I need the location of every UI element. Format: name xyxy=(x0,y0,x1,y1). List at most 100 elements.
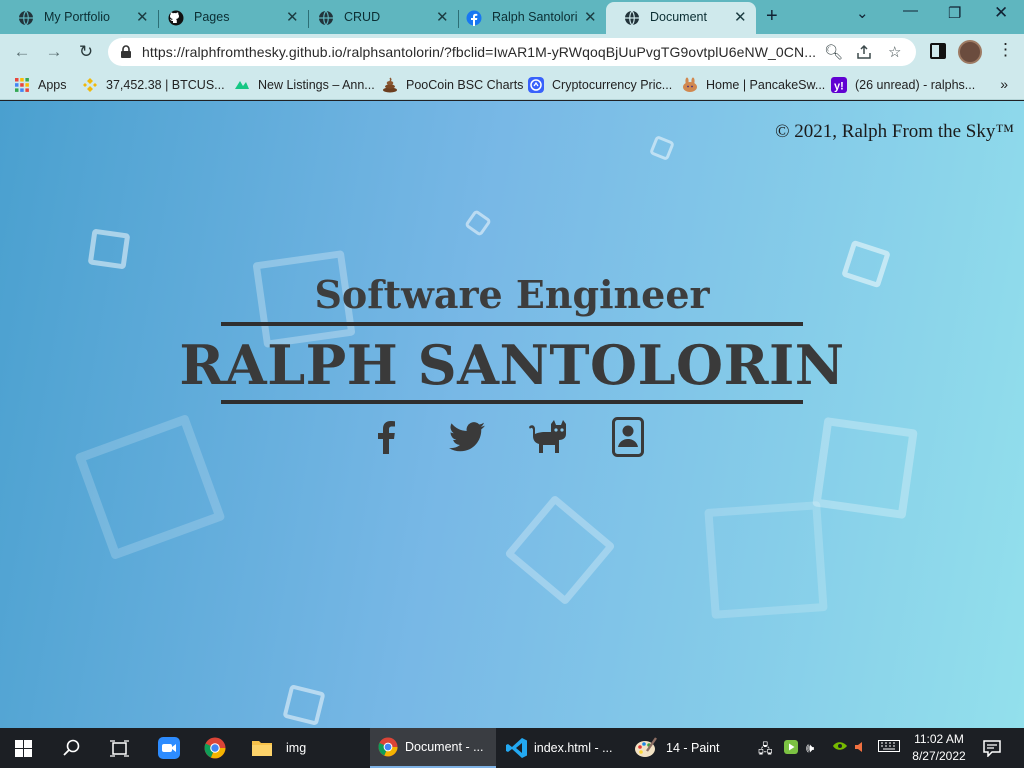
binance-icon xyxy=(83,78,97,92)
page-viewport: © 2021, Ralph From the Sky™ Software Eng… xyxy=(0,101,1024,728)
svg-text:y!: y! xyxy=(834,81,844,93)
clock-time: 11:02 AM xyxy=(914,732,964,746)
minimize-button[interactable]: — xyxy=(903,2,918,19)
share-icon[interactable] xyxy=(856,44,872,60)
taskbar-item-label: 14 - Paint xyxy=(666,741,720,755)
network-device-icon[interactable]: 🖧︎ xyxy=(758,740,773,762)
chrome-icon[interactable] xyxy=(204,737,226,759)
bookmark-label: Apps xyxy=(38,78,67,92)
bookmark-label: Home | PancakeSw... xyxy=(706,78,826,92)
restore-button[interactable]: ❐ xyxy=(948,4,961,22)
resume-link[interactable] xyxy=(608,417,648,457)
zoom-icon[interactable]: 🔍︎ xyxy=(824,43,843,61)
clock-date: 8/27/2022 xyxy=(912,749,966,763)
resume-icon xyxy=(612,417,644,457)
tab-search-icon[interactable]: ⌄ xyxy=(856,4,869,22)
taskbar-item-label: index.html - ... xyxy=(534,741,613,755)
coinmarketcap-icon xyxy=(235,81,249,89)
nvidia-icon[interactable] xyxy=(832,740,848,755)
tab-title: CRUD xyxy=(344,10,381,24)
decorative-square xyxy=(504,494,616,606)
close-tab-icon[interactable]: ✕ xyxy=(584,8,597,26)
decorative-square xyxy=(74,413,226,561)
play-icon xyxy=(784,740,798,754)
tab-title: Pages xyxy=(194,10,230,24)
close-tab-icon[interactable]: ✕ xyxy=(734,8,747,26)
back-button[interactable]: ← xyxy=(12,42,32,62)
menu-kebab-icon[interactable]: ⋮ xyxy=(997,40,1014,60)
bookmark-poocoin[interactable]: PooCoin BSC Charts xyxy=(382,77,523,93)
taskbar-item-vscode[interactable]: index.html - ... xyxy=(500,728,626,768)
apps-grid-icon xyxy=(15,78,29,92)
speaker-muted-icon xyxy=(855,742,862,752)
bookmark-new-listings[interactable]: New Listings – Ann... xyxy=(234,77,375,93)
taskbar-item-label: img xyxy=(286,741,307,755)
tab-ralph-santolorin[interactable]: Ralph Santolorin ✕ xyxy=(448,2,606,34)
bookmark-star-icon[interactable]: ☆ xyxy=(888,43,901,61)
decorative-square xyxy=(648,134,676,162)
facebook-link[interactable] xyxy=(366,417,406,457)
decorative-square xyxy=(812,416,918,520)
tab-title: Document xyxy=(650,10,707,24)
bookmark-label: New Listings – Ann... xyxy=(258,78,375,92)
bookmark-label: PooCoin BSC Charts xyxy=(406,78,524,92)
decorative-square xyxy=(87,228,131,270)
reload-button[interactable]: ↻ xyxy=(76,42,96,62)
zoom-app-icon[interactable] xyxy=(158,737,180,759)
bookmarks-bar: Apps 37,452.38 | BTCUS... New Listings –… xyxy=(0,70,1024,100)
close-tab-icon[interactable]: ✕ xyxy=(436,8,449,26)
folder-icon xyxy=(252,741,272,756)
lock-icon xyxy=(121,45,131,58)
close-tab-icon[interactable]: ✕ xyxy=(136,8,149,26)
bookmark-cryptocurrency-prices[interactable]: Cryptocurrency Pric... xyxy=(528,77,672,93)
media-icon[interactable] xyxy=(784,740,798,757)
yahoo-mail-icon: y! xyxy=(831,77,847,93)
taskbar-item-img[interactable]: img xyxy=(244,728,364,768)
keyboard-layout-icon xyxy=(878,740,900,752)
bookmark-label: Cryptocurrency Pric... xyxy=(552,78,673,92)
chrome-icon xyxy=(378,737,398,757)
search-icon[interactable] xyxy=(63,739,81,757)
taskbar-item-paint[interactable]: 14 - Paint xyxy=(630,728,750,768)
bookmark-btcusd[interactable]: 37,452.38 | BTCUS... xyxy=(82,77,225,93)
notifications-icon[interactable] xyxy=(983,740,1001,757)
github-cat-icon xyxy=(529,420,566,453)
address-bar[interactable]: https://ralphfromthesky.github.io/ralphs… xyxy=(108,38,916,66)
globe-icon xyxy=(19,10,33,26)
windows-start-icon[interactable] xyxy=(15,740,32,757)
github-link[interactable] xyxy=(528,417,568,457)
taskbar-item-chrome-document[interactable]: Document - ... xyxy=(370,728,496,768)
divider-top xyxy=(221,322,803,326)
cryptocurrency-icon xyxy=(528,77,544,93)
tab-crud[interactable]: CRUD ✕ xyxy=(300,2,459,34)
close-tab-icon[interactable]: ✕ xyxy=(286,8,299,26)
page-title: RALPH SANTOLORIN xyxy=(179,333,845,397)
keyboard-icon[interactable] xyxy=(878,740,900,755)
profile-avatar[interactable] xyxy=(958,40,982,64)
taskbar-item-label: Document - ... xyxy=(405,740,484,754)
poocoin-icon xyxy=(383,77,397,93)
bookmark-yahoo-mail[interactable]: y! (26 unread) - ralphs... xyxy=(831,77,975,93)
system-clock[interactable]: 11:02 AM 8/27/2022 xyxy=(908,731,970,765)
speaker-icon[interactable] xyxy=(854,740,868,757)
task-view-icon[interactable] xyxy=(110,740,129,757)
tab-pages[interactable]: Pages ✕ xyxy=(150,2,309,34)
more-bookmarks-icon[interactable]: » xyxy=(1000,76,1008,92)
decorative-square xyxy=(464,209,492,237)
nvidia-logo-icon xyxy=(833,742,847,750)
side-panel-icon[interactable] xyxy=(930,42,946,60)
forward-button[interactable]: → xyxy=(44,42,64,62)
bookmark-apps[interactable]: Apps xyxy=(14,77,67,93)
tab-title: Ralph Santolorin xyxy=(492,10,578,24)
close-window-button[interactable]: ✕ xyxy=(994,3,1008,23)
facebook-icon xyxy=(378,421,395,454)
new-tab-button[interactable]: + xyxy=(766,5,778,28)
bookmark-label: 37,452.38 | BTCUS... xyxy=(106,78,225,92)
copyright-text: © 2021, Ralph From the Sky™ xyxy=(775,121,1014,142)
twitter-link[interactable] xyxy=(447,417,487,457)
tab-document[interactable]: Document ✕ xyxy=(606,2,756,34)
tab-my-portfolio[interactable]: My Portfolio ✕ xyxy=(0,2,159,34)
bookmark-pancakeswap[interactable]: Home | PancakeSw... xyxy=(682,77,825,93)
volume-tray-icon[interactable]: 🕪︎ xyxy=(806,740,814,756)
url-text: https://ralphfromthesky.github.io/ralphs… xyxy=(142,44,817,60)
